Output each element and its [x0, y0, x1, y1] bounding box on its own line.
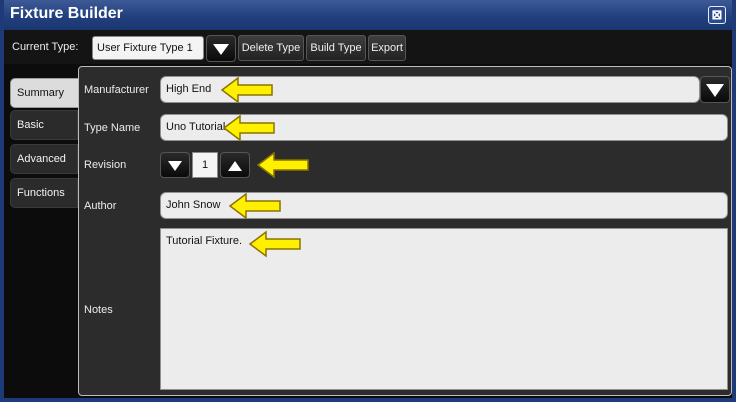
notes-textarea[interactable]: Tutorial Fixture.: [160, 228, 728, 390]
current-type-dropdown-button[interactable]: [206, 35, 236, 62]
export-button[interactable]: Export: [368, 35, 406, 61]
close-button[interactable]: ⊠: [708, 6, 726, 24]
manufacturer-label: Manufacturer: [84, 84, 149, 96]
chevron-down-icon: [213, 44, 229, 55]
chevron-down-icon: [706, 84, 724, 97]
notes-arrow-icon: [248, 230, 301, 258]
fixture-builder-window: Fixture Builder ⊠ Current Type: User Fix…: [0, 0, 736, 402]
tab-summary[interactable]: Summary: [10, 78, 82, 108]
revision-decrement-button[interactable]: [160, 152, 190, 178]
revision-arrow-icon: [256, 151, 309, 179]
revision-increment-button[interactable]: [220, 152, 250, 178]
manufacturer-dropdown-button[interactable]: [700, 76, 730, 103]
notes-label: Notes: [84, 304, 113, 316]
chevron-down-icon: [168, 161, 182, 171]
window-title: Fixture Builder: [10, 5, 123, 22]
revision-label: Revision: [84, 159, 127, 171]
author-label: Author: [84, 200, 117, 212]
type-name-arrow-icon: [222, 114, 275, 142]
tab-advanced[interactable]: Advanced: [10, 144, 78, 174]
author-arrow-icon: [228, 192, 281, 220]
manufacturer-arrow-icon: [220, 76, 273, 104]
tab-functions[interactable]: Functions: [10, 178, 78, 208]
title-bar: Fixture Builder ⊠: [0, 0, 736, 30]
current-type-label: Current Type:: [12, 41, 79, 53]
build-type-button[interactable]: Build Type: [306, 35, 366, 61]
delete-type-button[interactable]: Delete Type: [238, 35, 304, 61]
chevron-up-icon: [228, 161, 242, 171]
current-type-field[interactable]: User Fixture Type 1: [92, 36, 204, 60]
tab-basic[interactable]: Basic: [10, 110, 78, 140]
revision-value[interactable]: 1: [192, 152, 218, 178]
type-name-label: Type Name: [84, 122, 141, 134]
